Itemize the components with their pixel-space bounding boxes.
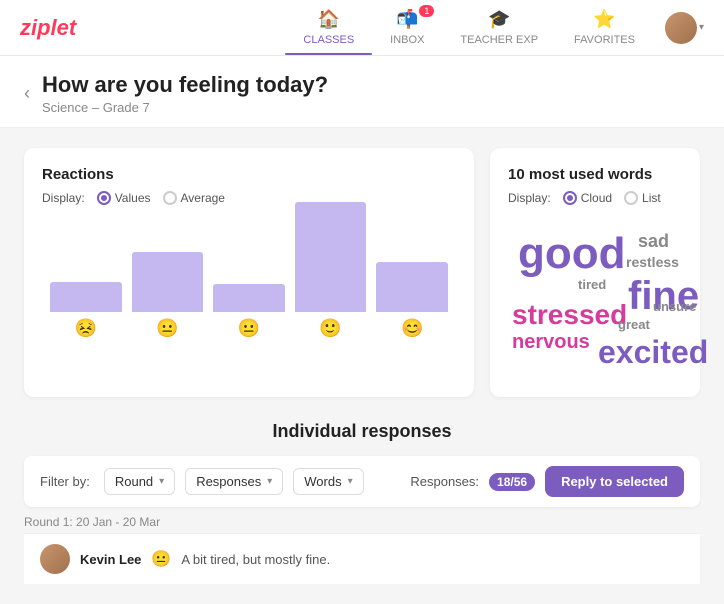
- response-name: Kevin Lee: [80, 552, 141, 567]
- list-radio-dot: [624, 191, 638, 205]
- bar: [376, 262, 448, 312]
- responses-filter-label: Responses: [196, 474, 261, 489]
- word-cloud-item: stressed: [512, 299, 627, 331]
- response-text: A bit tired, but mostly fine.: [181, 552, 330, 567]
- responses-filter[interactable]: Responses ▾: [185, 468, 283, 495]
- words-list-radio[interactable]: List: [624, 191, 661, 205]
- words-cloud-radio[interactable]: Cloud: [563, 191, 612, 205]
- values-radio-dot: [97, 191, 111, 205]
- main-nav: 🏠 CLASSES 📬 INBOX 1 🎓 TEACHER EXP ⭐ FAVO…: [285, 1, 653, 54]
- main-content: Reactions Display: Values Average 😣😐😐🙂😊 …: [0, 128, 724, 604]
- avatar-chevron: ▾: [699, 22, 704, 33]
- words-cloud-label: Cloud: [581, 191, 612, 205]
- response-row: Kevin Lee 😐 A bit tired, but mostly fine…: [24, 533, 700, 584]
- filter-label: Filter by:: [40, 474, 90, 489]
- reactions-display-label: Display:: [42, 191, 85, 205]
- inbox-icon: 📬: [396, 9, 418, 30]
- words-filter[interactable]: Words ▾: [293, 468, 363, 495]
- bar-emoji: 😣: [75, 318, 97, 339]
- bar-column: 🙂: [295, 202, 367, 339]
- bar-emoji: 😊: [401, 318, 423, 339]
- bar-chart: 😣 😐 😐 🙂 😊: [42, 219, 456, 339]
- bar-column: 😐: [132, 252, 204, 339]
- cards-row: Reactions Display: Values Average 😣😐😐🙂😊 …: [24, 148, 700, 397]
- bar: [132, 252, 204, 312]
- reactions-average-label: Average: [181, 191, 225, 205]
- words-display-row: Display: Cloud List: [508, 191, 682, 205]
- words-display-label: Display:: [508, 191, 551, 205]
- filter-bar: Filter by: Round ▾ Responses ▾ Words ▾ R…: [24, 456, 700, 507]
- reactions-values-label: Values: [115, 191, 151, 205]
- word-cloud-item: excited: [598, 334, 708, 371]
- reactions-title: Reactions: [42, 166, 456, 183]
- word-cloud-item: sad: [638, 231, 669, 252]
- word-cloud-item: nervous: [512, 331, 590, 354]
- round-filter-label: Round: [115, 474, 153, 489]
- word-cloud: goodsadrestlesstiredfinestressedgreatuns…: [508, 219, 682, 379]
- words-filter-caret: ▾: [348, 476, 353, 487]
- responses-badge: 18/56: [489, 473, 535, 491]
- words-list-label: List: [642, 191, 661, 205]
- nav-classes-label: CLASSES: [303, 34, 354, 46]
- reactions-display-row: Display: Values Average: [42, 191, 456, 205]
- nav-favorites-label: FAVORITES: [574, 34, 635, 46]
- bar: [50, 282, 122, 312]
- words-card: 10 most used words Display: Cloud List g…: [490, 148, 700, 397]
- response-emoji: 😐: [151, 549, 171, 569]
- reactions-average-radio[interactable]: Average: [163, 191, 225, 205]
- teacher-exp-icon: 🎓: [488, 9, 510, 30]
- round-label: Round 1: 20 Jan - 20 Mar: [24, 507, 700, 533]
- round-filter-caret: ▾: [159, 476, 164, 487]
- bar-emoji: 😐: [238, 318, 260, 339]
- bar-emoji: 😐: [156, 318, 178, 339]
- word-cloud-item: unsure: [653, 299, 696, 314]
- round-filter[interactable]: Round ▾: [104, 468, 175, 495]
- nav-classes[interactable]: 🏠 CLASSES: [285, 1, 372, 54]
- page-header: ‹ How are you feeling today? Science – G…: [0, 56, 724, 128]
- nav-teacher-exp-label: TEACHER EXP: [460, 34, 538, 46]
- individual-responses-title: Individual responses: [24, 421, 700, 442]
- responses-count-label: Responses:: [410, 474, 479, 489]
- avatar[interactable]: [665, 12, 697, 44]
- bar: [213, 284, 285, 312]
- classes-icon: 🏠: [318, 9, 340, 30]
- favorites-icon: ⭐: [593, 9, 615, 30]
- nav-inbox[interactable]: 📬 INBOX 1: [372, 1, 442, 54]
- back-button[interactable]: ‹: [24, 83, 30, 104]
- word-cloud-item: restless: [626, 254, 679, 270]
- reactions-values-radio[interactable]: Values: [97, 191, 151, 205]
- page-title-group: How are you feeling today? Science – Gra…: [42, 72, 328, 115]
- words-filter-label: Words: [304, 474, 341, 489]
- words-title: 10 most used words: [508, 166, 682, 183]
- word-cloud-item: good: [518, 229, 626, 279]
- page-subtitle: Science – Grade 7: [42, 100, 328, 115]
- nav-inbox-label: INBOX: [390, 34, 424, 46]
- bar-column: 😣: [50, 282, 122, 339]
- nav-teacher-exp[interactable]: 🎓 TEACHER EXP: [442, 1, 556, 54]
- bar: [295, 202, 367, 312]
- reply-button[interactable]: Reply to selected: [545, 466, 684, 497]
- response-avatar: [40, 544, 70, 574]
- reactions-card: Reactions Display: Values Average 😣 😐 😐 🙂 😊: [24, 148, 474, 397]
- responses-filter-caret: ▾: [267, 476, 272, 487]
- word-cloud-item: great: [618, 317, 650, 332]
- bar-emoji: 🙂: [319, 318, 341, 339]
- bar-column: 😊: [376, 262, 448, 339]
- header: ziplet 🏠 CLASSES 📬 INBOX 1 🎓 TEACHER EXP…: [0, 0, 724, 56]
- logo: ziplet: [20, 15, 76, 41]
- cloud-radio-dot: [563, 191, 577, 205]
- nav-favorites[interactable]: ⭐ FAVORITES: [556, 1, 653, 54]
- avatar-image: [665, 12, 697, 44]
- word-cloud-item: tired: [578, 277, 606, 292]
- inbox-badge: 1: [419, 5, 434, 17]
- page-title: How are you feeling today?: [42, 72, 328, 98]
- average-radio-dot: [163, 191, 177, 205]
- bar-column: 😐: [213, 284, 285, 339]
